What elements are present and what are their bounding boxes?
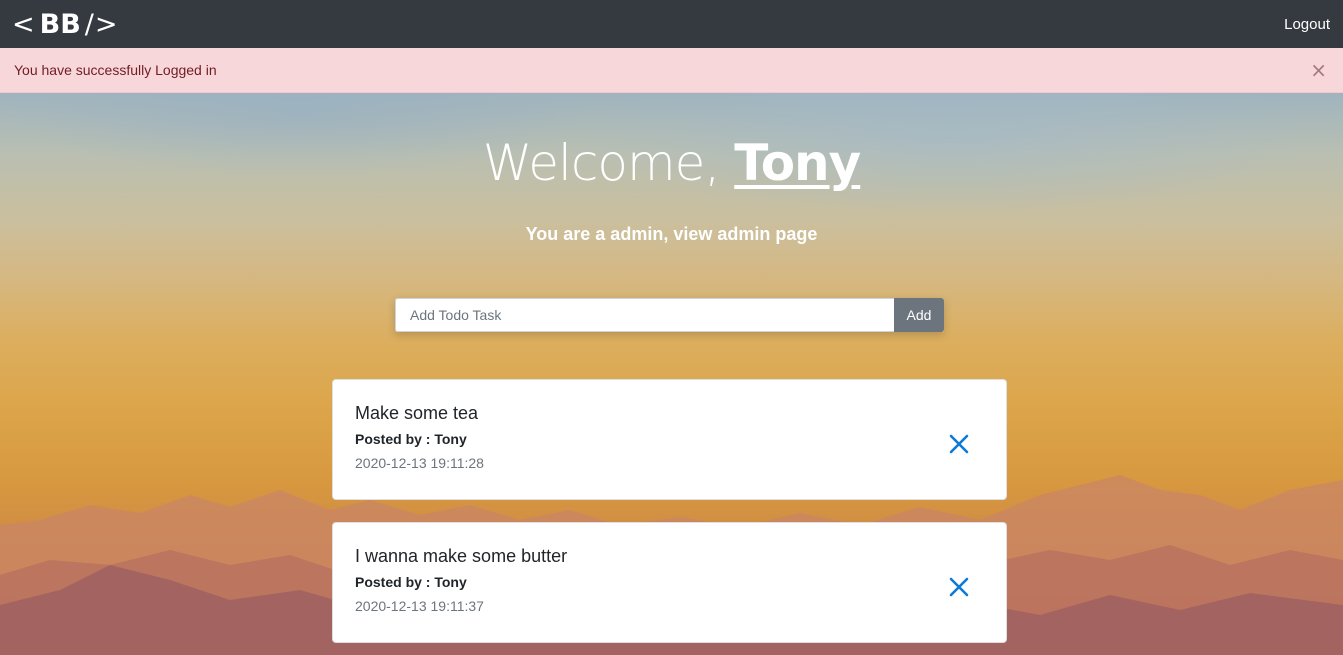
- admin-notice: You are a admin, view admin page: [0, 224, 1343, 245]
- brand-text: BB: [39, 8, 81, 40]
- todo-card: I wanna make some butter Posted by : Ton…: [332, 522, 1007, 643]
- todo-card: Make some tea Posted by : Tony 2020-12-1…: [332, 379, 1007, 500]
- close-icon: ×: [1310, 58, 1327, 82]
- welcome-prefix: Welcome,: [482, 134, 735, 192]
- brand-logo[interactable]: < BB />: [12, 11, 119, 38]
- brand-right-bracket: />: [84, 8, 119, 40]
- todo-title: Make some tea: [355, 403, 479, 423]
- admin-page-link[interactable]: view admin page: [673, 224, 817, 244]
- todo-author: Posted by : Tony: [355, 430, 984, 448]
- delete-todo-button[interactable]: [947, 432, 971, 456]
- login-success-alert: You have successfully Logged in ×: [0, 48, 1343, 93]
- brand-left-bracket: <: [12, 8, 36, 40]
- posted-by-label: Posted by :: [355, 574, 435, 590]
- todo-author: Posted by : Tony: [355, 573, 984, 591]
- navbar: < BB /> Logout: [0, 0, 1343, 48]
- posted-by-label: Posted by :: [355, 431, 435, 447]
- todo-timestamp: 2020-12-13 19:11:28: [355, 455, 484, 471]
- logout-link[interactable]: Logout: [1284, 16, 1330, 33]
- delete-todo-button[interactable]: [947, 575, 971, 599]
- close-icon: [949, 577, 969, 597]
- username-link[interactable]: Tony: [734, 134, 861, 192]
- todo-task-input[interactable]: [395, 298, 894, 332]
- add-todo-form: Add: [395, 298, 944, 332]
- todo-title: I wanna make some butter: [355, 546, 568, 566]
- todo-timestamp: 2020-12-13 19:11:37: [355, 598, 484, 614]
- alert-message: You have successfully Logged in: [14, 62, 217, 78]
- close-icon: [949, 434, 969, 454]
- welcome-heading: Welcome, Tony: [0, 135, 1343, 191]
- admin-notice-text: You are a admin,: [525, 224, 674, 244]
- author-name: Tony: [434, 431, 467, 447]
- author-name: Tony: [434, 574, 467, 590]
- add-todo-button[interactable]: Add: [894, 298, 944, 332]
- alert-close-button[interactable]: ×: [1310, 60, 1327, 80]
